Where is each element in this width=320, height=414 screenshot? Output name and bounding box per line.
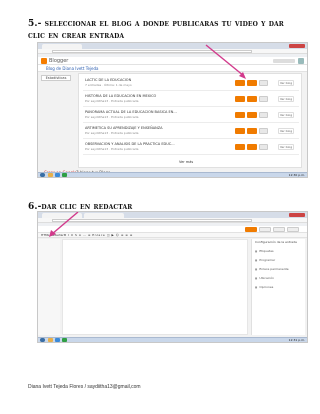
editor-body [62,239,248,335]
avatar [298,58,304,64]
post-meta: Por saydiitha13 · Entrada publicada [85,99,139,103]
folder-icon [48,173,53,177]
format-tools: B I U S A ⋯ ≡ Enlace ◫ ▶ ☺ ≡ ≡ ≡ [64,233,133,237]
blogger-header: Blogger [38,57,307,65]
setting-labels: Etiquetas [255,249,273,254]
blog-menu-button [259,128,268,134]
new-post-button [235,144,245,150]
new-post-button [235,96,245,102]
stats-side-button: Estadísticas [41,75,71,81]
clock: 12:31 p.m. [288,338,305,342]
list-item: OBSERVACION Y ANALISIS DE LA PRACTICA ED… [83,141,299,155]
settings-title: Configuración de la entrada [255,240,297,244]
view-blog-button: Ver blog [278,112,294,118]
list-item: PANORAMA ACTUAL DE LA EDUCACION BASICA E… [83,109,299,123]
clock: 12:30 p.m. [288,173,305,177]
view-blog-button: Ver blog [278,128,294,134]
blog-subheader: Blog de Diana Ivett Tejeda [38,65,307,72]
list-item: HISTORIA DE LA EDUCACION EN MEXICO Por s… [83,93,299,107]
editor-header [38,226,307,233]
post-editor-screenshot: HTML Redactar B I U S A ⋯ ≡ Enlace ◫ ▶ ☺… [37,211,308,343]
post-meta: 7 entradas · Última: 1 de mayo [85,83,132,87]
start-icon [40,173,45,177]
post-meta: Por saydiitha13 · Entrada publicada [85,147,139,151]
app-icon [62,173,67,177]
footer-author: Diana Ivett Tejeda Flores / saydiitha13@… [28,384,141,390]
tab-redactar: HTML Redactar [41,233,64,237]
publish-button [245,227,257,232]
app-name: Blogger [49,58,69,64]
setting-permalink: Enlace permanente [255,267,288,272]
window-controls [289,213,305,217]
posts-list-button [247,112,257,118]
left-rail [38,239,60,335]
post-meta: Por saydiitha13 · Entrada publicada [85,131,139,135]
step5-heading: 5.- seleccionar el blog a donde publicar… [28,19,284,41]
browser-icon [55,338,60,342]
posts-list-button [247,144,257,150]
post-settings-panel: Configuración de la entrada Etiquetas Pr… [251,239,305,335]
start-icon [40,338,45,342]
blogger-logo-icon [41,58,47,64]
browser-icon [55,173,60,177]
new-post-button [235,128,245,134]
view-blog-button: Ver blog [278,80,294,86]
setting-location: Ubicación [255,276,274,281]
new-post-button [235,112,245,118]
post-meta: Por saydiitha13 · Entrada publicada [85,115,139,119]
blog-menu-button [259,96,268,102]
editor-toolbar: HTML Redactar B I U S A ⋯ ≡ Enlace ◫ ▶ ☺… [38,233,307,238]
posts-list-button [247,96,257,102]
blog-menu-button [259,144,268,150]
folder-icon [48,338,53,342]
user-name-pill [273,59,295,63]
taskbar: 12:30 p.m. [38,172,307,177]
setting-options: Opciones [255,285,273,290]
blog-list-panel: LACTIC DE LA EDUCACION 7 entradas · Últi… [78,73,302,168]
blog-menu-button [259,112,268,118]
save-button [259,227,271,232]
view-blog-button: Ver blog [278,96,294,102]
window-controls [289,44,305,48]
preview-button [273,227,285,232]
blogger-dashboard-screenshot: Blogger Blog de Diana Ivett Tejeda Estad… [37,42,308,178]
more-link: Ver más [179,160,194,164]
new-post-button [235,80,245,86]
setting-schedule: Programar [255,258,275,263]
close-button [287,227,299,232]
app-icon [62,338,67,342]
posts-list-button [247,80,257,86]
taskbar: 12:31 p.m. [38,337,307,342]
view-blog-button: Ver blog [278,144,294,150]
blog-title: Blog de Diana Ivett Tejeda [46,66,99,71]
list-item: LACTIC DE LA EDUCACION 7 entradas · Últi… [83,77,299,91]
blog-menu-button [259,80,268,86]
posts-list-button [247,128,257,134]
list-item: ARTIMETICA SU APRENDIZAJE Y ENSEÑANZA Po… [83,125,299,139]
